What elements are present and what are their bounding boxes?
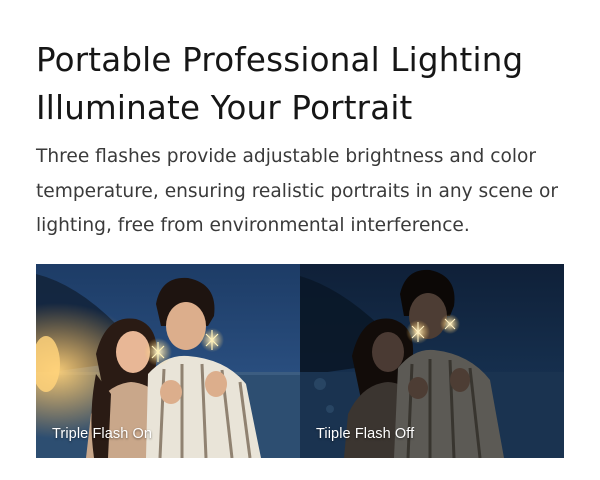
flash-on-caption: Triple Flash On — [52, 426, 153, 442]
flash-off-caption: Tiiple Flash Off — [316, 426, 415, 442]
page-title: Portable Professional Lighting Illuminat… — [36, 36, 596, 132]
title-line-2: Illuminate Your Portrait — [36, 89, 413, 127]
description-line-2: temperature, ensuring realistic portrait… — [36, 180, 559, 202]
feature-description: Three flashes provide adjustable brightn… — [36, 140, 576, 244]
description-line-1: Three flashes provide adjustable brightn… — [36, 146, 537, 167]
flash-comparison-image: Triple Flash On Tiiple Flash Off — [36, 264, 564, 458]
flash-on-photo: Triple Flash On — [36, 264, 300, 458]
title-line-1: Portable Professional Lighting — [36, 41, 524, 79]
flash-off-photo: Tiiple Flash Off — [300, 264, 564, 458]
description-line-3: lighting, free from environmental interf… — [36, 215, 470, 236]
